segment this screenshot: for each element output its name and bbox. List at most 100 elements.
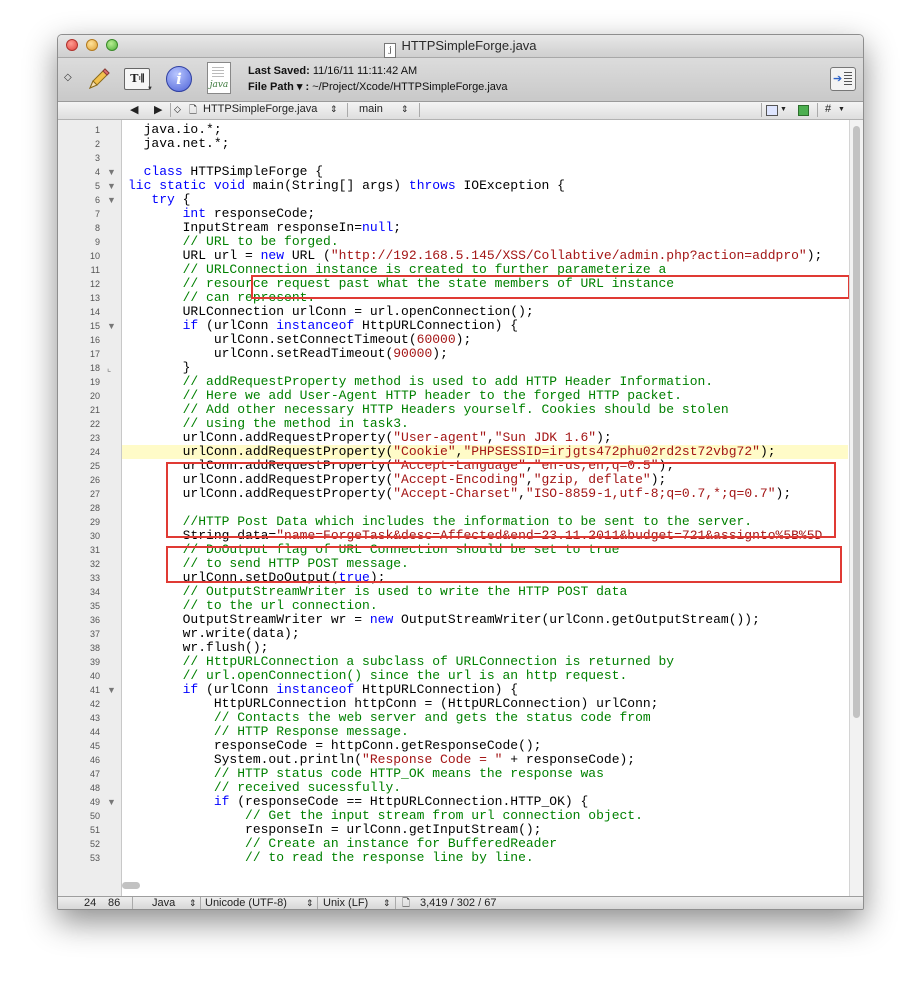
code-line[interactable]: if (urlConn instanceof HttpURLConnection…	[128, 319, 848, 333]
code-line[interactable]: // HttpURLConnection a subclass of URLCo…	[128, 655, 848, 669]
code-line[interactable]: // OutputStreamWriter is used to write t…	[128, 585, 848, 599]
symbol-selector[interactable]: main	[359, 103, 383, 115]
line-number[interactable]: 41	[58, 683, 100, 697]
code-line[interactable]: // HTTP status code HTTP_OK means the re…	[128, 767, 848, 781]
line-number[interactable]: 47	[58, 767, 100, 781]
code-line[interactable]: lic static void main(String[] args) thro…	[128, 179, 848, 193]
java-document-icon[interactable]: java	[207, 62, 231, 94]
code-line[interactable]: // to read the response line by line.	[128, 851, 848, 865]
line-number[interactable]: 23	[58, 431, 100, 445]
code-line[interactable]: if (responseCode == HttpURLConnection.HT…	[128, 795, 848, 809]
line-number[interactable]: 28	[58, 501, 100, 515]
status-column-number[interactable]: 86	[108, 897, 120, 909]
code-line[interactable]: java.net.*;	[128, 137, 848, 151]
line-number[interactable]: 45	[58, 739, 100, 753]
line-number[interactable]: 53	[58, 851, 100, 865]
diamond-icon[interactable]: ◇	[64, 72, 72, 83]
line-number[interactable]: 9	[58, 235, 100, 249]
code-line[interactable]: HttpURLConnection httpConn = (HttpURLCon…	[128, 697, 848, 711]
line-number[interactable]: 10	[58, 249, 100, 263]
fold-toggle-icon[interactable]: ⌞	[107, 361, 111, 375]
line-number[interactable]: 11	[58, 263, 100, 277]
line-number[interactable]: 2	[58, 137, 100, 151]
code-line[interactable]: // using the method in task3.	[128, 417, 848, 431]
code-line[interactable]: InputStream responseIn=null;	[128, 221, 848, 235]
code-line[interactable]: try {	[128, 193, 848, 207]
fold-toggle-icon[interactable]: ▼	[107, 683, 116, 697]
vertical-scrollbar[interactable]	[849, 120, 863, 896]
code-line[interactable]: // url.openConnection() since the url is…	[128, 669, 848, 683]
fold-toggle-icon[interactable]: ▼	[107, 193, 116, 207]
line-number[interactable]: 25	[58, 459, 100, 473]
fold-toggle-icon[interactable]: ▼	[107, 795, 116, 809]
line-number[interactable]: 43	[58, 711, 100, 725]
line-number[interactable]: 50	[58, 809, 100, 823]
horizontal-scroll-thumb[interactable]	[122, 882, 140, 889]
line-number[interactable]: 13	[58, 291, 100, 305]
code-line[interactable]: // Get the input stream from url connect…	[128, 809, 848, 823]
line-number[interactable]: 32	[58, 557, 100, 571]
code-line[interactable]: }	[128, 361, 848, 375]
code-line[interactable]: // Add other necessary HTTP Headers your…	[128, 403, 848, 417]
line-number[interactable]: 39	[58, 655, 100, 669]
line-number[interactable]: 38	[58, 641, 100, 655]
line-number[interactable]: 18	[58, 361, 100, 375]
line-number[interactable]: 8	[58, 221, 100, 235]
language-selector-arrows-icon[interactable]: ⇕	[189, 897, 197, 909]
line-number[interactable]: 48	[58, 781, 100, 795]
line-number[interactable]: 51	[58, 823, 100, 837]
code-line[interactable]: java.io.*;	[128, 123, 848, 137]
line-number[interactable]: 26	[58, 473, 100, 487]
line-number[interactable]: 15	[58, 319, 100, 333]
line-number[interactable]: 29	[58, 515, 100, 529]
line-number[interactable]: 40	[58, 669, 100, 683]
code-line[interactable]: // Create an instance for BufferedReader	[128, 837, 848, 851]
file-path-label[interactable]: File Path ▾ :	[248, 81, 309, 93]
line-number[interactable]: 20	[58, 389, 100, 403]
code-line[interactable]: URLConnection urlConn = url.openConnecti…	[128, 305, 848, 319]
code-line[interactable]: responseCode = httpConn.getResponseCode(…	[128, 739, 848, 753]
line-number[interactable]: 31	[58, 543, 100, 557]
file-path-info[interactable]: File Path ▾ : ~/Project/Xcode/HTTPSimple…	[248, 80, 508, 93]
line-number[interactable]: 52	[58, 837, 100, 851]
code-line[interactable]: // URL to be forged.	[128, 235, 848, 249]
line-number[interactable]: 17	[58, 347, 100, 361]
code-line[interactable]: // Here we add User-Agent HTTP header to…	[128, 389, 848, 403]
dropdown-arrow-icon[interactable]: ▼	[780, 106, 787, 113]
line-number[interactable]: 46	[58, 753, 100, 767]
fold-toggle-icon[interactable]: ▼	[107, 179, 116, 193]
line-number[interactable]: 19	[58, 375, 100, 389]
code-line[interactable]: // Contacts the web server and gets the …	[128, 711, 848, 725]
line-number[interactable]: 24	[58, 445, 100, 459]
code-line[interactable]: if (urlConn instanceof HttpURLConnection…	[128, 683, 848, 697]
code-line[interactable]: // addRequestProperty method is used to …	[128, 375, 848, 389]
title-bar[interactable]: j HTTPSimpleForge.java	[58, 35, 863, 58]
language-selector[interactable]: Java	[152, 897, 175, 909]
line-number[interactable]: 6	[58, 193, 100, 207]
line-number[interactable]: 12	[58, 277, 100, 291]
fold-toggle-icon[interactable]: ▼	[107, 165, 116, 179]
line-number[interactable]: 4	[58, 165, 100, 179]
line-number[interactable]: 27	[58, 487, 100, 501]
code-line[interactable]: System.out.println("Response Code = " + …	[128, 753, 848, 767]
encoding-selector[interactable]: Unicode (UTF-8)	[205, 897, 287, 909]
code-line[interactable]: urlConn.addRequestProperty("Cookie","PHP…	[128, 445, 848, 459]
nav-back-button[interactable]: ◀	[130, 103, 138, 116]
vertical-scroll-thumb[interactable]	[853, 126, 860, 718]
code-line[interactable]: // to the url connection.	[128, 599, 848, 613]
info-button[interactable]: i	[166, 66, 192, 92]
toggle-panel-button[interactable]: ➔	[830, 67, 856, 91]
line-number[interactable]: 1	[58, 123, 100, 137]
line-number[interactable]: 42	[58, 697, 100, 711]
line-number[interactable]: 3	[58, 151, 100, 165]
code-line[interactable]: urlConn.setReadTimeout(90000);	[128, 347, 848, 361]
file-selector[interactable]: HTTPSimpleForge.java	[203, 103, 317, 115]
line-number[interactable]: 22	[58, 417, 100, 431]
dropdown-arrow-icon[interactable]: ▼	[147, 86, 153, 92]
line-number[interactable]: 21	[58, 403, 100, 417]
code-editor[interactable]: java.io.*; java.net.*; class HTTPSimpleF…	[58, 120, 863, 896]
line-number[interactable]: 30	[58, 529, 100, 543]
line-number[interactable]: 34	[58, 585, 100, 599]
file-selector-arrows-icon[interactable]: ⇕	[330, 104, 338, 115]
code-line[interactable]: urlConn.setConnectTimeout(60000);	[128, 333, 848, 347]
